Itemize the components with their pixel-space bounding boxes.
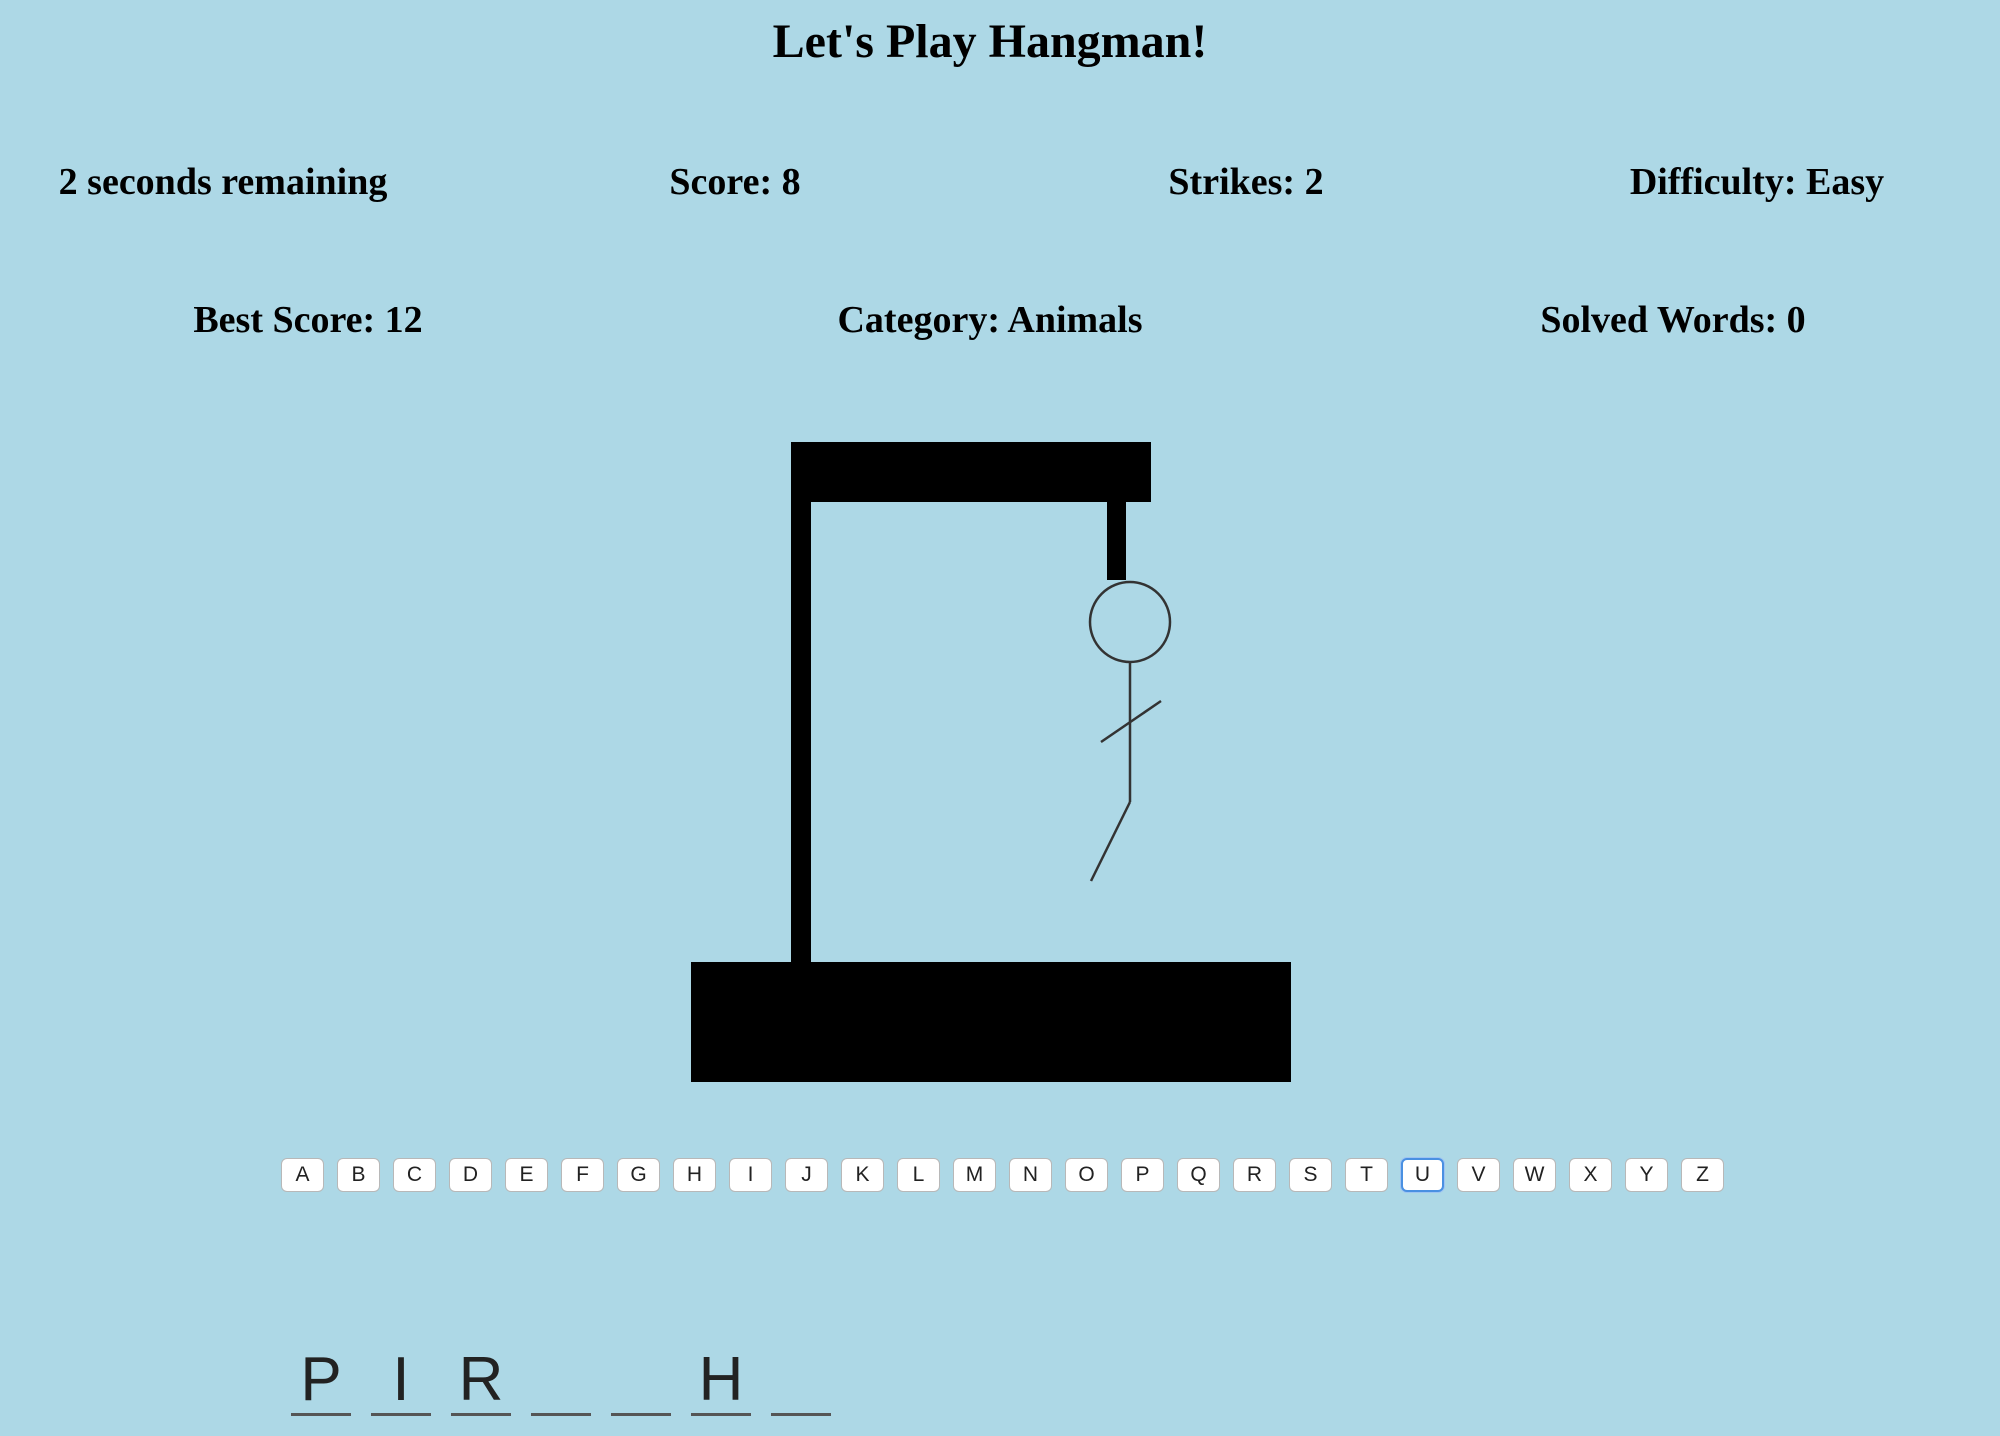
letter-button-p[interactable]: P [1121, 1158, 1164, 1192]
letter-slot: I [371, 1349, 431, 1416]
hangman-drawing [691, 442, 1291, 1082]
letter-button-c[interactable]: C [393, 1158, 436, 1192]
letter-button-m[interactable]: M [953, 1158, 996, 1192]
gallows-top-beam [791, 442, 1151, 502]
letter-button-t[interactable]: T [1345, 1158, 1388, 1192]
letter-button-n[interactable]: N [1009, 1158, 1052, 1192]
letter-button-d[interactable]: D [449, 1158, 492, 1192]
letter-button-r[interactable]: R [1233, 1158, 1276, 1192]
hangman-head [1088, 580, 1172, 664]
letter-button-z[interactable]: Z [1681, 1158, 1724, 1192]
letter-keyboard: ABCDEFGHIJKLMNOPQRSTUVWXYZ [281, 1158, 1724, 1192]
letter-button-h[interactable]: H [673, 1158, 716, 1192]
letter-button-u[interactable]: U [1401, 1158, 1444, 1192]
letter-button-i[interactable]: I [729, 1158, 772, 1192]
letter-button-s[interactable]: S [1289, 1158, 1332, 1192]
letter-slot: H [691, 1349, 751, 1416]
letter-button-f[interactable]: F [561, 1158, 604, 1192]
letter-button-o[interactable]: O [1065, 1158, 1108, 1192]
letter-button-w[interactable]: W [1513, 1158, 1556, 1192]
hangman-figure [1088, 580, 1172, 882]
letter-slot: P [291, 1349, 351, 1416]
letter-slot [531, 1352, 591, 1416]
letter-slot: R [451, 1349, 511, 1416]
letter-slot [771, 1352, 831, 1416]
letter-button-q[interactable]: Q [1177, 1158, 1220, 1192]
letter-button-g[interactable]: G [617, 1158, 660, 1192]
letter-button-y[interactable]: Y [1625, 1158, 1668, 1192]
gallows-base [691, 962, 1291, 1082]
letter-button-a[interactable]: A [281, 1158, 324, 1192]
word-display: PIR H [291, 1349, 831, 1416]
letter-button-l[interactable]: L [897, 1158, 940, 1192]
letter-slot [611, 1352, 671, 1416]
letter-button-x[interactable]: X [1569, 1158, 1612, 1192]
letter-button-v[interactable]: V [1457, 1158, 1500, 1192]
gallows [691, 442, 1291, 1082]
letter-button-k[interactable]: K [841, 1158, 884, 1192]
gallows-post [791, 442, 811, 967]
letter-button-j[interactable]: J [785, 1158, 828, 1192]
hangman-leg [1089, 801, 1132, 882]
letter-button-e[interactable]: E [505, 1158, 548, 1192]
gallows-rope [1107, 500, 1126, 580]
letter-button-b[interactable]: B [337, 1158, 380, 1192]
